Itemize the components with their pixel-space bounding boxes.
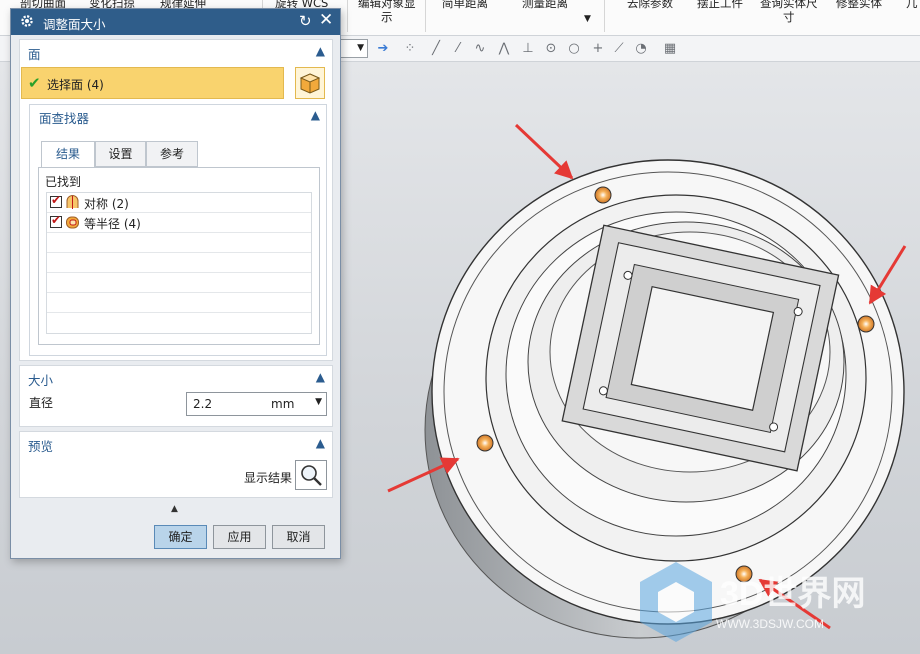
results-tab-body: 已找到 对称 (2) 等半径 (4) — [38, 167, 320, 345]
face-select-cube-button[interactable] — [295, 67, 325, 99]
watermark-text: 3D世界网 — [720, 575, 865, 613]
snap-grid-icon[interactable]: ▦ — [662, 41, 678, 57]
result-label: 等半径 (4) — [84, 217, 141, 231]
chevron-down-icon[interactable]: ▼ — [315, 397, 322, 407]
dialog-title: 调整面大小 — [43, 17, 106, 32]
watermark-url: WWW.3DSJW.COM — [716, 617, 824, 631]
ribbon-more[interactable]: 几 — [906, 0, 918, 10]
magnifier-icon — [301, 465, 322, 486]
cancel-button[interactable]: 取消 — [272, 525, 325, 549]
preview-group: 预览 ▲ — [19, 431, 333, 498]
more-options-caret-icon[interactable]: ▲ — [171, 504, 178, 514]
ribbon-measure-distance[interactable]: 测量距离 — [522, 0, 568, 10]
ribbon-separator — [604, 0, 605, 32]
collapse-caret-icon[interactable]: ▲ — [316, 44, 325, 58]
chevron-down-icon: ▼ — [357, 43, 364, 53]
symmetric-icon — [66, 195, 79, 209]
snap-curve-icon[interactable]: ∿ — [472, 41, 488, 57]
snap-mid-point-icon[interactable]: ⁄ — [450, 41, 466, 57]
collapse-caret-icon[interactable]: ▲ — [311, 108, 320, 122]
ribbon-query-solid-size[interactable]: 查询实体尺 寸 — [760, 0, 818, 24]
result-label: 对称 (2) — [84, 197, 129, 211]
ribbon-more-dropdown-icon[interactable]: ▼ — [584, 12, 591, 26]
snap-end-point-icon[interactable]: ╱ — [428, 41, 444, 57]
list-item — [47, 253, 311, 273]
tab-reference[interactable]: 参考 — [146, 141, 198, 167]
close-icon[interactable]: ✕ — [319, 10, 333, 30]
snap-quadrant-icon[interactable]: ○ — [566, 41, 582, 57]
ribbon-separator — [425, 0, 426, 32]
ribbon-trim-solid[interactable]: 修整实体 — [836, 0, 882, 10]
diameter-label: 直径 — [29, 396, 54, 410]
highlighted-hole — [594, 186, 612, 204]
snap-point-cloud-icon[interactable]: ⁘ — [402, 41, 418, 57]
dialog-title-bar[interactable]: 调整面大小 ↻ ✕ — [11, 9, 340, 35]
size-group-header[interactable]: 大小 ▲ — [20, 366, 332, 390]
ribbon-remove-parameters[interactable]: 去除参数 — [627, 0, 673, 10]
snap-arc-center-icon[interactable]: ⊙ — [543, 41, 559, 57]
collapse-caret-icon[interactable]: ▲ — [316, 370, 325, 384]
apply-button[interactable]: 应用 — [213, 525, 266, 549]
ribbon-edit-object-display[interactable]: 编辑对象显 示 — [358, 0, 416, 24]
snap-point-on-curve-icon[interactable]: ⟋ — [611, 41, 627, 57]
reset-icon[interactable]: ↻ — [299, 12, 312, 30]
select-face-label: 选择面 (4) — [47, 78, 104, 92]
list-item[interactable]: 对称 (2) — [47, 193, 311, 213]
diameter-value[interactable]: 2.2 — [193, 397, 212, 411]
snap-control-point-icon[interactable]: ⋀ — [496, 41, 512, 57]
face-finder-panel: 面查找器 ▲ 结果 设置 参考 已找到 对称 (2) — [29, 104, 327, 356]
ribbon-align-workpiece[interactable]: 摆正工件 — [697, 0, 743, 10]
equal-radius-icon — [66, 216, 79, 229]
result-checkbox[interactable] — [50, 213, 62, 228]
result-checkbox[interactable] — [50, 193, 62, 208]
preview-group-title: 预览 — [28, 439, 54, 454]
gear-icon — [21, 15, 33, 27]
cube-icon — [299, 73, 321, 94]
highlighted-hole — [476, 434, 494, 452]
unit-select[interactable]: mm — [271, 397, 294, 411]
list-item — [47, 233, 311, 253]
size-group-title: 大小 — [28, 373, 54, 388]
arrow-right-icon[interactable]: ➔ — [375, 41, 391, 57]
found-label: 已找到 — [45, 175, 82, 189]
preview-group-header[interactable]: 预览 ▲ — [20, 432, 332, 456]
ok-button[interactable]: 确定 — [154, 525, 207, 549]
highlighted-hole — [857, 315, 875, 333]
show-result-button[interactable] — [295, 460, 327, 490]
face-finder-title: 面查找器 — [39, 111, 90, 126]
resize-face-dialog: 调整面大小 ↻ ✕ 面 ▲ ✔ 选择面 (4) 面查找器 ▲ 结果 设置 参考 … — [10, 8, 341, 559]
list-item — [47, 273, 311, 293]
list-item — [47, 293, 311, 313]
snap-intersection-icon[interactable]: ⊥ — [520, 41, 536, 57]
checkmark-icon: ✔ — [28, 74, 41, 92]
diameter-input[interactable]: 2.2 mm ▼ — [186, 392, 327, 416]
results-list: 对称 (2) 等半径 (4) — [46, 192, 312, 334]
tab-settings[interactable]: 设置 — [95, 141, 146, 167]
snap-existing-point-icon[interactable]: + — [590, 41, 606, 57]
ribbon-simple-distance[interactable]: 简单距离 — [442, 0, 488, 10]
face-group-header[interactable]: 面 ▲ — [20, 40, 332, 64]
ribbon-separator — [347, 0, 348, 32]
select-face-row[interactable]: ✔ 选择面 (4) — [21, 67, 284, 99]
show-result-label: 显示结果 — [244, 471, 293, 485]
list-item[interactable]: 等半径 (4) — [47, 213, 311, 233]
face-group-title: 面 — [28, 47, 41, 62]
snap-point-on-face-icon[interactable]: ◔ — [633, 41, 649, 57]
collapse-caret-icon[interactable]: ▲ — [316, 436, 325, 450]
tab-results[interactable]: 结果 — [41, 141, 95, 168]
list-item — [47, 313, 311, 333]
